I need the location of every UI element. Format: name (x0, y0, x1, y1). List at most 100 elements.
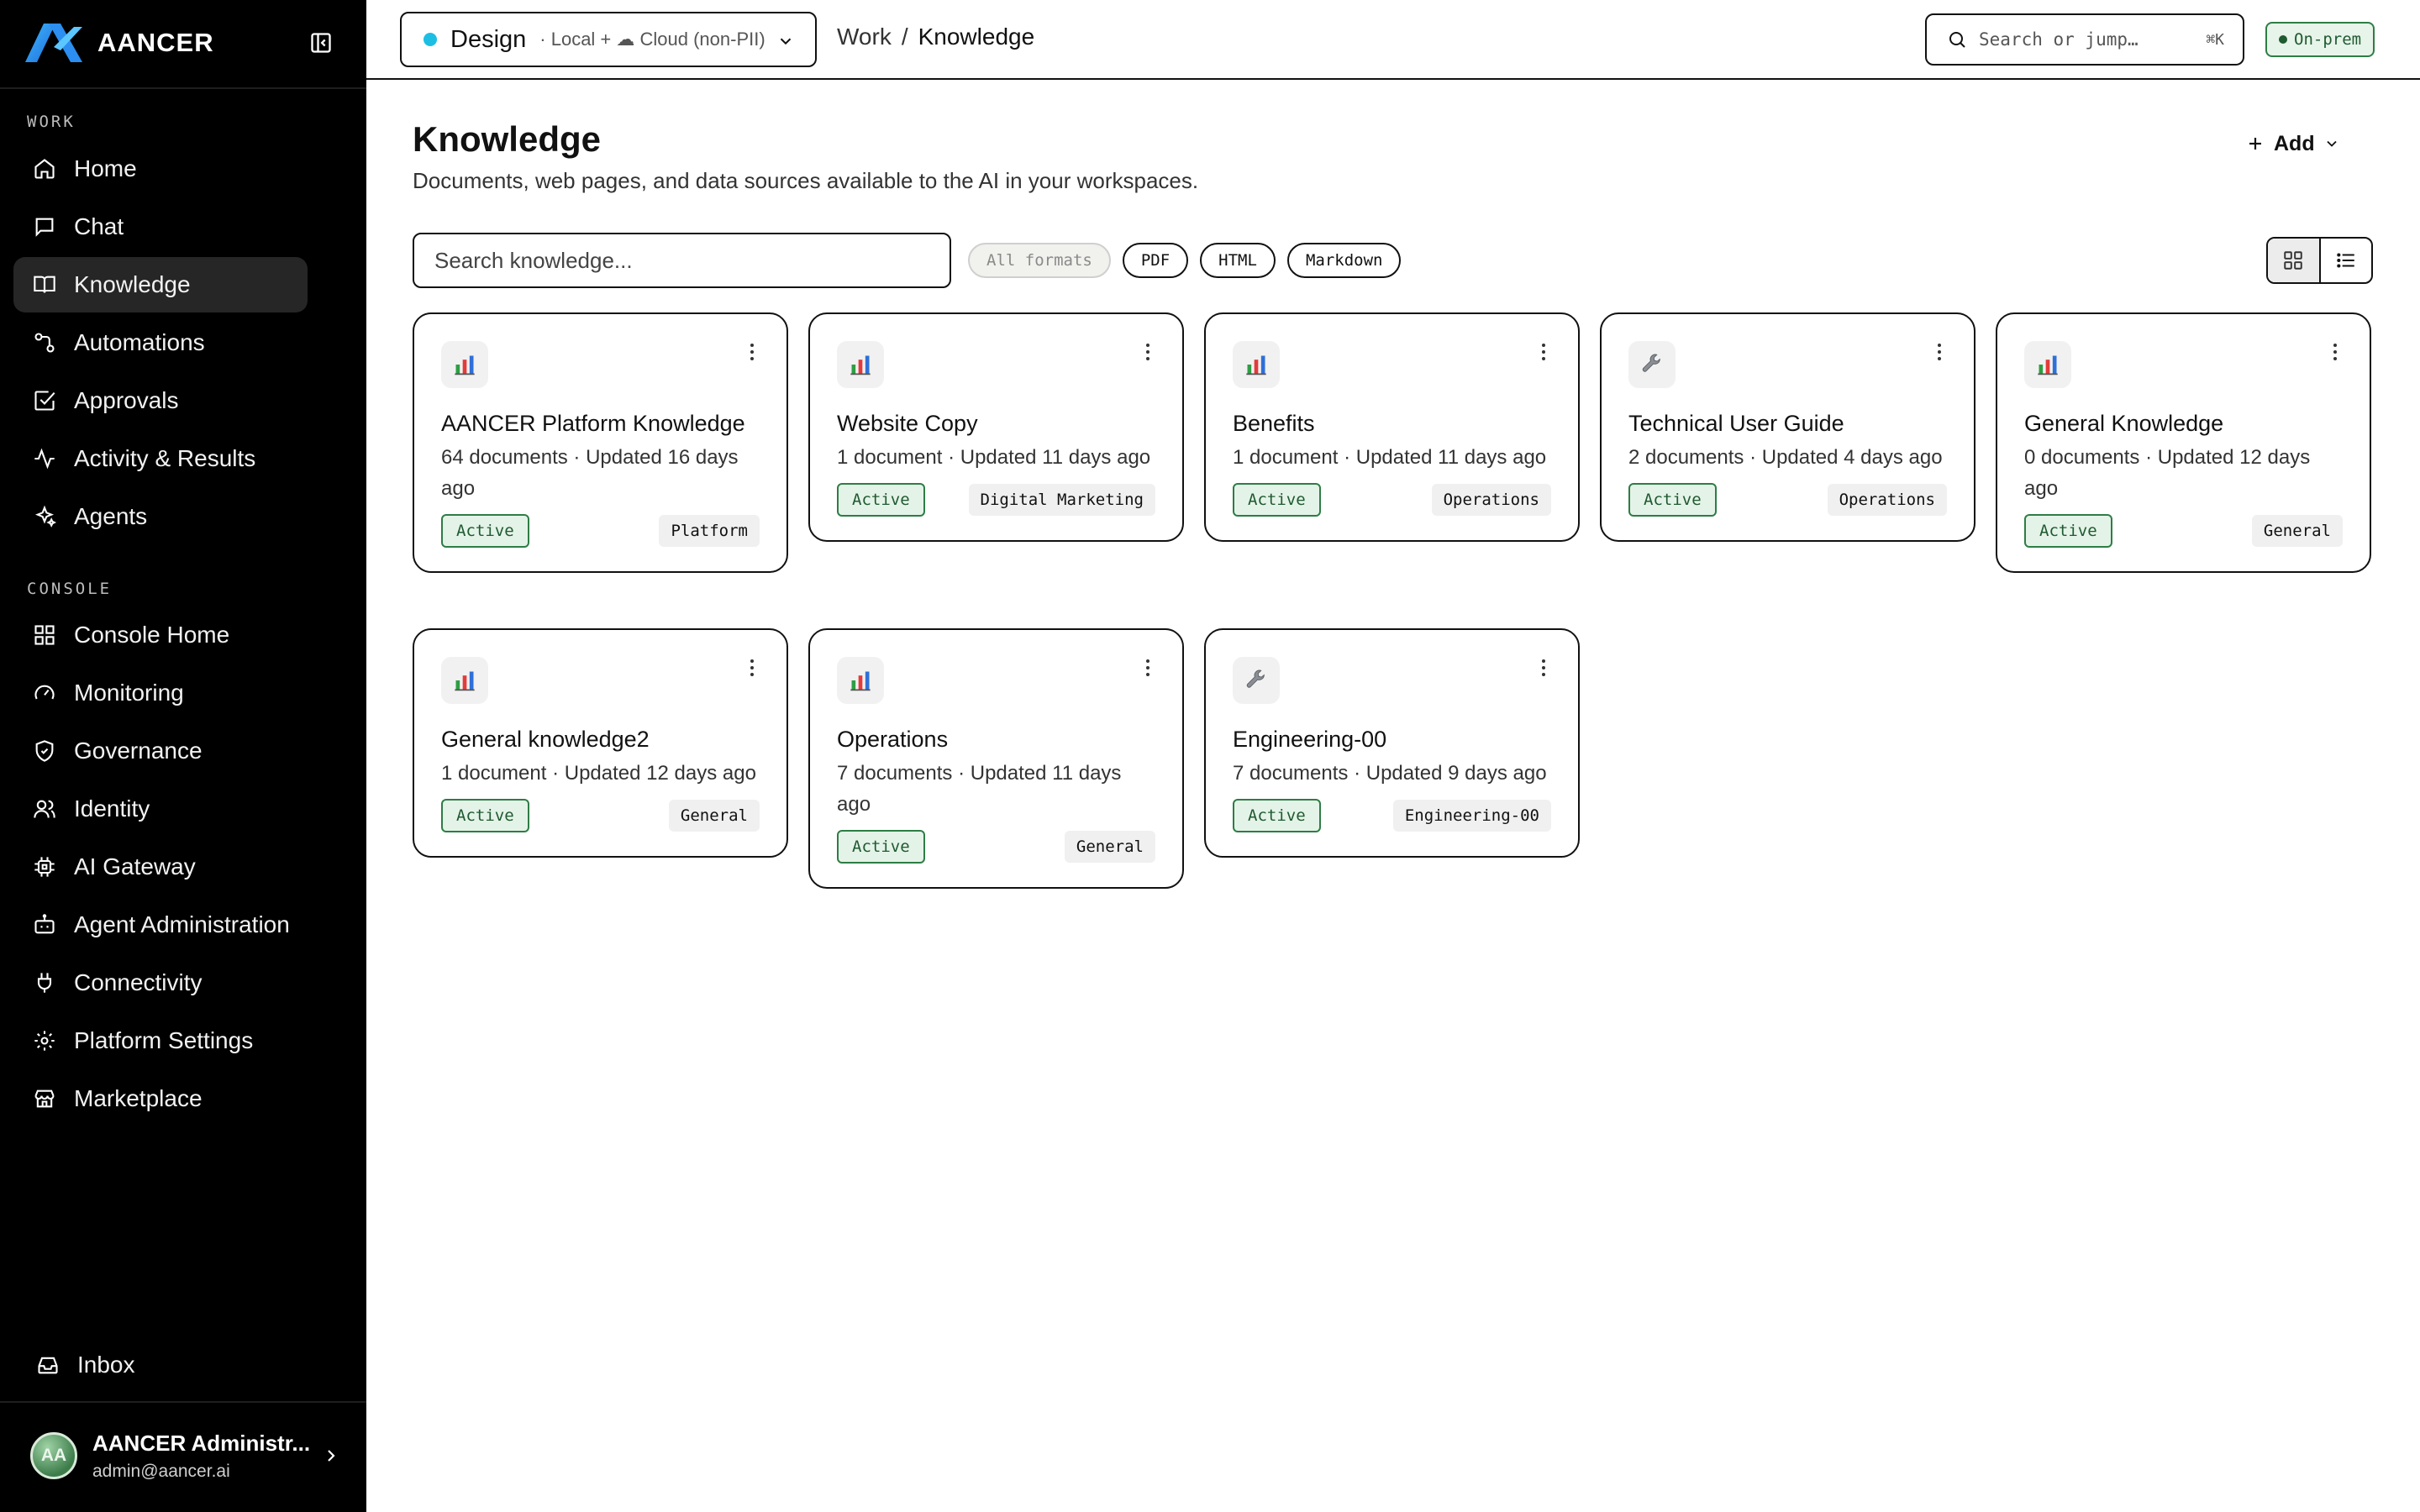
sidebar-item-platform-settings[interactable]: Platform Settings (13, 1013, 308, 1068)
knowledge-search-input[interactable] (413, 233, 951, 288)
filter-pdf[interactable]: PDF (1122, 243, 1189, 278)
knowledge-card[interactable]: Engineering-00 7 documents · Updated 9 d… (1204, 628, 1580, 858)
project-selector[interactable]: Design · Local + ☁ Cloud (non-PII) (400, 12, 817, 67)
sidebar-item-ai-gateway[interactable]: AI Gateway (13, 839, 308, 895)
user-menu[interactable]: AA AANCER Administr... admin@aancer.ai (30, 1425, 341, 1487)
deployment-badge-label: On-prem (2294, 30, 2362, 49)
card-menu-button[interactable] (1930, 339, 1949, 365)
knowledge-card[interactable]: Website Copy 1 document · Updated 11 day… (808, 312, 1184, 542)
page-subtitle: Documents, web pages, and data sources a… (413, 168, 1199, 193)
category-tag: Operations (1431, 484, 1551, 516)
sidebar-item-activity-results[interactable]: Activity & Results (13, 431, 308, 486)
status-badge: Active (1233, 799, 1321, 832)
sidebar-collapse-icon (311, 33, 331, 53)
shield-icon (32, 738, 57, 764)
card-meta: 7 documents · Updated 9 days ago (1233, 762, 1547, 785)
card-menu-button[interactable] (743, 339, 761, 365)
sidebar-item-label: Inbox (77, 1352, 135, 1378)
brand-name: AANCER (97, 28, 214, 57)
card-meta: 1 document · Updated 12 days ago (441, 762, 756, 785)
sidebar-item-inbox[interactable]: Inbox (17, 1337, 311, 1393)
project-environment: · Local + ☁ Cloud (non-PII) (539, 29, 765, 50)
sidebar-item-marketplace[interactable]: Marketplace (13, 1071, 308, 1126)
sidebar-item-governance[interactable]: Governance (13, 723, 308, 779)
sidebar-item-label: Monitoring (74, 680, 184, 706)
card-title: Website Copy (837, 411, 978, 436)
section-label-work: WORK (27, 113, 76, 131)
wrench-icon (1628, 341, 1676, 388)
sidebar-item-label: Automations (74, 329, 205, 355)
status-badge: Active (1628, 483, 1717, 517)
add-button[interactable]: Add (2245, 124, 2340, 163)
sidebar-item-label: Platform Settings (74, 1027, 254, 1053)
sidebar-item-label: Agents (74, 503, 148, 529)
chevron-right-icon (328, 1450, 335, 1462)
sidebar-item-home[interactable]: Home (13, 141, 308, 197)
list-view-button[interactable] (2321, 239, 2372, 282)
inbox-icon (35, 1352, 60, 1378)
sidebar-item-label: Activity & Results (74, 445, 256, 471)
keyboard-shortcut: ⌘K (2206, 30, 2224, 49)
category-tag: General (1064, 831, 1155, 863)
status-badge: Active (837, 830, 925, 864)
gauge-icon (32, 680, 57, 706)
filter-all-formats[interactable]: All formats (968, 243, 1111, 278)
breadcrumb-current: Knowledge (918, 24, 1035, 50)
breadcrumb-work[interactable]: Work (837, 24, 892, 50)
card-title: Operations (837, 727, 949, 752)
filter-html[interactable]: HTML (1200, 243, 1276, 278)
user-name: AANCER Administr... (92, 1430, 311, 1456)
sidebar-item-automations[interactable]: Automations (13, 315, 308, 370)
sidebar-item-approvals[interactable]: Approvals (13, 373, 308, 428)
card-menu-button[interactable] (1534, 655, 1553, 680)
global-search[interactable]: Search or jump… ⌘K (1925, 13, 2244, 66)
card-menu-button[interactable] (743, 655, 761, 680)
format-filters: All formats PDF HTML Markdown (968, 243, 1413, 278)
sidebar-item-agent-administration[interactable]: Agent Administration (13, 897, 308, 953)
category-tag: Platform (659, 515, 760, 547)
activity-icon (32, 446, 57, 471)
sidebar-item-knowledge[interactable]: Knowledge (13, 257, 308, 312)
home-icon (32, 156, 57, 181)
card-menu-button[interactable] (1139, 655, 1157, 680)
sidebar-item-chat[interactable]: Chat (13, 199, 308, 255)
sidebar-item-monitoring[interactable]: Monitoring (13, 665, 308, 721)
sidebar-item-console-home[interactable]: Console Home (13, 607, 308, 663)
card-menu-button[interactable] (2326, 339, 2344, 365)
sidebar-item-connectivity[interactable]: Connectivity (13, 955, 308, 1011)
card-menu-button[interactable] (1139, 339, 1157, 365)
card-meta: 7 documents · Updated 11 days ago (837, 762, 1122, 816)
knowledge-card[interactable]: Operations 7 documents · Updated 11 days… (808, 628, 1184, 889)
card-meta: 2 documents · Updated 4 days ago (1628, 446, 1943, 469)
brand[interactable]: AANCER (24, 22, 214, 64)
collapse-sidebar-button[interactable] (306, 29, 336, 57)
filter-markdown[interactable]: Markdown (1286, 243, 1402, 278)
sidebar-item-label: Governance (74, 738, 203, 764)
knowledge-card[interactable]: Benefits 1 document · Updated 11 days ag… (1204, 312, 1580, 542)
sidebar-item-agents[interactable]: Agents (13, 489, 308, 544)
top-bar: Design · Local + ☁ Cloud (non-PII) Work … (366, 0, 2420, 80)
chip-icon (32, 854, 57, 879)
card-meta: 1 document · Updated 11 days ago (1233, 446, 1547, 469)
add-button-label: Add (2274, 131, 2315, 155)
book-icon (32, 272, 57, 297)
card-title: AANCER Platform Knowledge (441, 411, 745, 436)
user-email: admin@aancer.ai (92, 1461, 230, 1481)
grid-view-button[interactable] (2268, 239, 2321, 282)
card-menu-button[interactable] (1534, 339, 1553, 365)
sidebar-item-label: Connectivity (74, 969, 203, 995)
gear-icon (32, 1028, 57, 1053)
status-badge: Active (1233, 483, 1321, 517)
knowledge-card[interactable]: General knowledge2 1 document · Updated … (413, 628, 788, 858)
sidebar-item-label: Console Home (74, 622, 230, 648)
card-title: Benefits (1233, 411, 1315, 436)
sidebar-item-label: Approvals (74, 387, 179, 413)
category-tag: General (668, 800, 760, 832)
category-tag: Operations (1827, 484, 1947, 516)
sidebar-item-identity[interactable]: Identity (13, 781, 308, 837)
sidebar-item-label: Agent Administration (74, 911, 290, 937)
card-meta: 64 documents · Updated 16 days ago (441, 446, 739, 500)
knowledge-card[interactable]: Technical User Guide 2 documents · Updat… (1600, 312, 1975, 542)
knowledge-card[interactable]: AANCER Platform Knowledge 64 documents ·… (413, 312, 788, 573)
knowledge-card[interactable]: General Knowledge 0 documents · Updated … (1996, 312, 2371, 573)
